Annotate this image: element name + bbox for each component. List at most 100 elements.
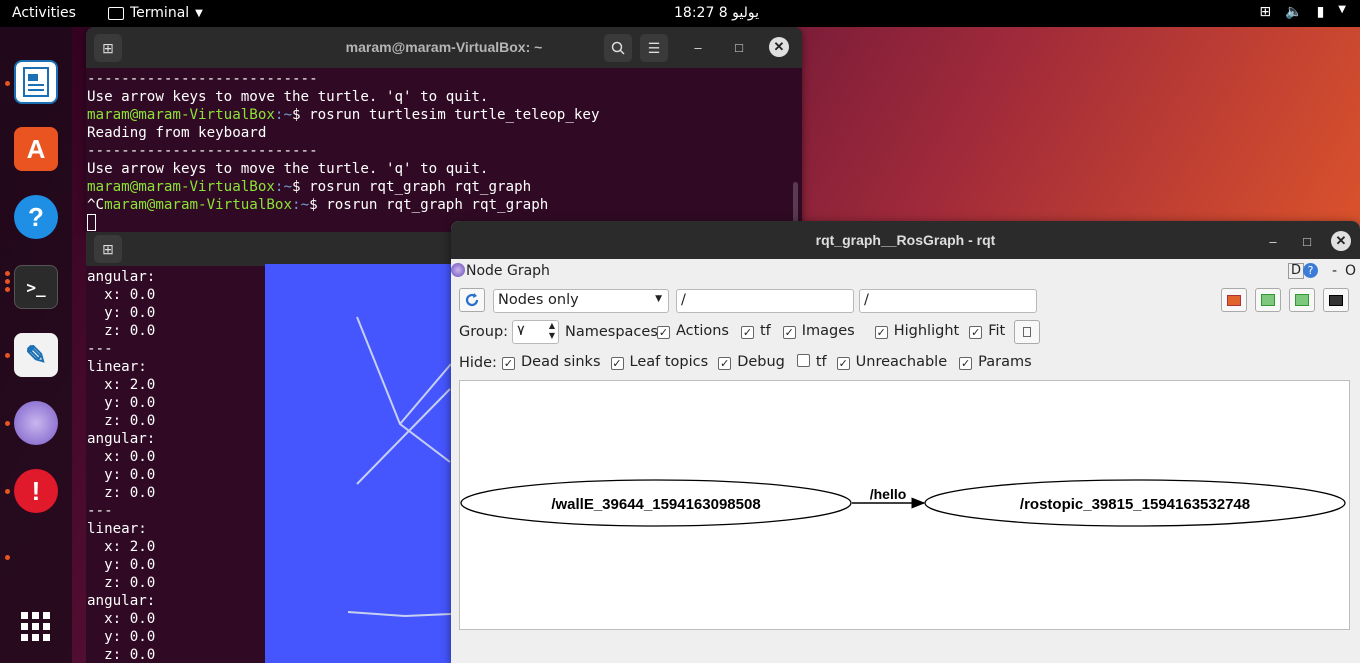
terminal-line: angular: [87,269,156,285]
terminal-cmd: $ rosrun turtlesim turtle_teleop_key [292,107,600,123]
app-menu[interactable]: Terminal ▼ [108,5,203,21]
terminal-window[interactable]: ⊞ maram@maram-VirtualBox: ~ ☰ – □ ✕ ----… [86,27,802,232]
checkbox-box[interactable]: ✓ [836,357,850,370]
docking-button[interactable]: D [1288,263,1305,279]
maximize-button[interactable]: □ [729,37,749,57]
hide-options-row: ✓ Dead sinks ✓ Leaf topics ✓ Debug tf ✓ Unreacha… [502,354,1032,370]
terminal-user: maram@maram-VirtualBox [104,197,293,213]
running-indicator [5,81,10,86]
namespaces-label: Namespaces [565,324,658,340]
terminal-output[interactable]: --------------------------- Use arrow key… [86,68,802,232]
checkbox-dead-sinks[interactable]: ✓ Dead sinks [502,354,601,370]
terminal-line: x: 0.0 [87,449,156,465]
checkbox-label: Fit [988,323,1006,339]
rqt-window[interactable]: rqt_graph__RosGraph - rqt – □ ✕ Node Gra… [451,221,1360,663]
prompt-separator: : [292,197,301,213]
turtlesim-window[interactable] [265,232,451,663]
terminal-output[interactable]: angular: x: 0.0 y: 0.0 z: 0.0 --- linear: … [86,266,265,663]
terminal-t: Use arrow keys to move the turtle. 'q' t… [87,89,489,105]
fit-view-button[interactable] [1014,320,1040,344]
checkbox-unreachable[interactable]: ✓ Unreachable [836,354,948,370]
checkbox-box[interactable]: ✓ [610,357,624,370]
hamburger-menu-icon[interactable]: ☰ [640,34,668,62]
running-indicator [5,555,10,560]
minimize-button[interactable]: – [1263,231,1283,251]
spin-arrows-icon[interactable]: ▲ ▼ [549,321,555,341]
help-icon[interactable]: ? [14,195,58,239]
show-apps-icon[interactable] [14,605,58,649]
checkbox-actions[interactable]: ✓ Actions [657,323,729,339]
error-report-icon[interactable]: ! [14,469,58,513]
checkbox-debug[interactable]: ✓ Debug [718,354,785,370]
checkbox-label: Unreachable [855,354,948,370]
group-value: ٧ [517,323,525,339]
save-dot-icon[interactable] [1255,288,1281,312]
activities-button[interactable]: Activities [12,5,76,21]
terminal-t: --------------------------- [87,71,318,87]
terminal-path: ~ [283,107,293,123]
terminal-line: Reading from keyboard [87,124,802,142]
checkbox-box[interactable] [796,354,810,367]
help-button[interactable]: ? [1303,263,1318,278]
close-plugin-button[interactable]: O [1345,263,1356,279]
minimize-plugin-button[interactable]: - [1332,263,1337,279]
save-svg-icon[interactable] [1289,288,1315,312]
scrollbar[interactable] [793,182,798,226]
terminal-t: Use arrow keys to move the turtle. 'q' t… [87,161,489,177]
checkbox-tf[interactable]: tf [796,354,827,370]
close-button[interactable]: ✕ [769,37,789,57]
running-indicator [5,353,10,358]
checkbox-box[interactable]: ✓ [657,326,670,339]
graph-canvas[interactable]: /wallE_39644_1594163098508 /hello /rosto… [459,380,1350,630]
checkbox-box[interactable]: ✓ [740,326,754,339]
checkbox-box[interactable]: ✓ [969,326,983,339]
load-dot-icon[interactable] [1221,288,1247,312]
refresh-button[interactable] [459,288,485,312]
terminal-line: ^Cmaram@maram-VirtualBox:~$ rosrun rqt_g… [87,196,802,214]
checkbox-params[interactable]: ✓ Params [959,354,1032,370]
checkbox-box[interactable]: ✓ [959,357,973,370]
maximize-button[interactable]: □ [1297,231,1317,251]
checkbox-box[interactable]: ✓ [718,357,732,370]
terminal-titlebar[interactable]: ⊞ maram@maram-VirtualBox: ~ ☰ – □ ✕ [86,27,802,68]
terminal-line: maram@maram-VirtualBox:~$ rosrun rqt_gra… [87,178,802,196]
checkbox-images[interactable]: ✓ Images [782,323,855,339]
checkbox-box[interactable]: ✓ [782,326,796,339]
software-center-icon[interactable]: A [14,127,58,171]
terminal-pre: ^C [87,197,105,213]
namespace-filter-input[interactable]: / [676,289,854,313]
checkbox-tf[interactable]: ✓ tf [740,323,771,339]
topic-filter-input[interactable]: / [859,289,1037,313]
system-tray[interactable]: ⊞ 🔈 ▮ ▼ [1259,4,1346,20]
terminal-path: ~ [283,179,293,195]
close-button[interactable]: ✕ [1331,231,1351,251]
rqt-titlebar[interactable]: rqt_graph__RosGraph - rqt – □ ✕ [451,221,1360,259]
save-image-icon[interactable] [1323,288,1349,312]
plugin-title: Node Graph [466,263,550,279]
checkbox-box[interactable]: ✓ [502,357,515,370]
checkbox-fit[interactable]: ✓ Fit [969,323,1005,339]
clock[interactable]: 18:27 يوليو 8 [674,5,759,21]
minimize-button[interactable]: – [688,37,708,57]
terminal-line: x: 0.0 [87,287,156,303]
terminal-window-2[interactable]: ⊞ angular: x: 0.0 y: 0.0 z: 0.0 --- linear… [86,232,265,663]
graph-mode-select[interactable]: Nodes only ▼ [493,289,669,313]
graph-node-2-label: /rostopic_39815_1594163532748 [1020,496,1250,513]
running-indicator [5,271,10,276]
libreoffice-writer-icon[interactable] [14,60,58,104]
checkbox-box[interactable]: ✓ [874,326,888,339]
checkbox-label: Dead sinks [521,354,601,370]
checkbox-leaf-topics[interactable]: ✓ Leaf topics [610,354,708,370]
group-spinbox[interactable]: ٧ ▲ ▼ [512,320,559,344]
chevron-down-icon: ▼ [1338,4,1346,15]
group-label: Group: [459,324,509,340]
search-icon[interactable] [604,34,632,62]
rqt-icon[interactable] [14,401,58,445]
terminal-app-icon[interactable]: >_ [14,265,58,309]
checkbox-label: tf [759,323,771,339]
checkbox-highlight[interactable]: ✓ Highlight [874,323,959,339]
new-tab-button[interactable]: ⊞ [94,235,122,263]
text-editor-icon[interactable]: ✎ [14,333,58,377]
checkbox-label: Debug [737,354,785,370]
terminal-titlebar[interactable]: ⊞ [86,232,265,266]
